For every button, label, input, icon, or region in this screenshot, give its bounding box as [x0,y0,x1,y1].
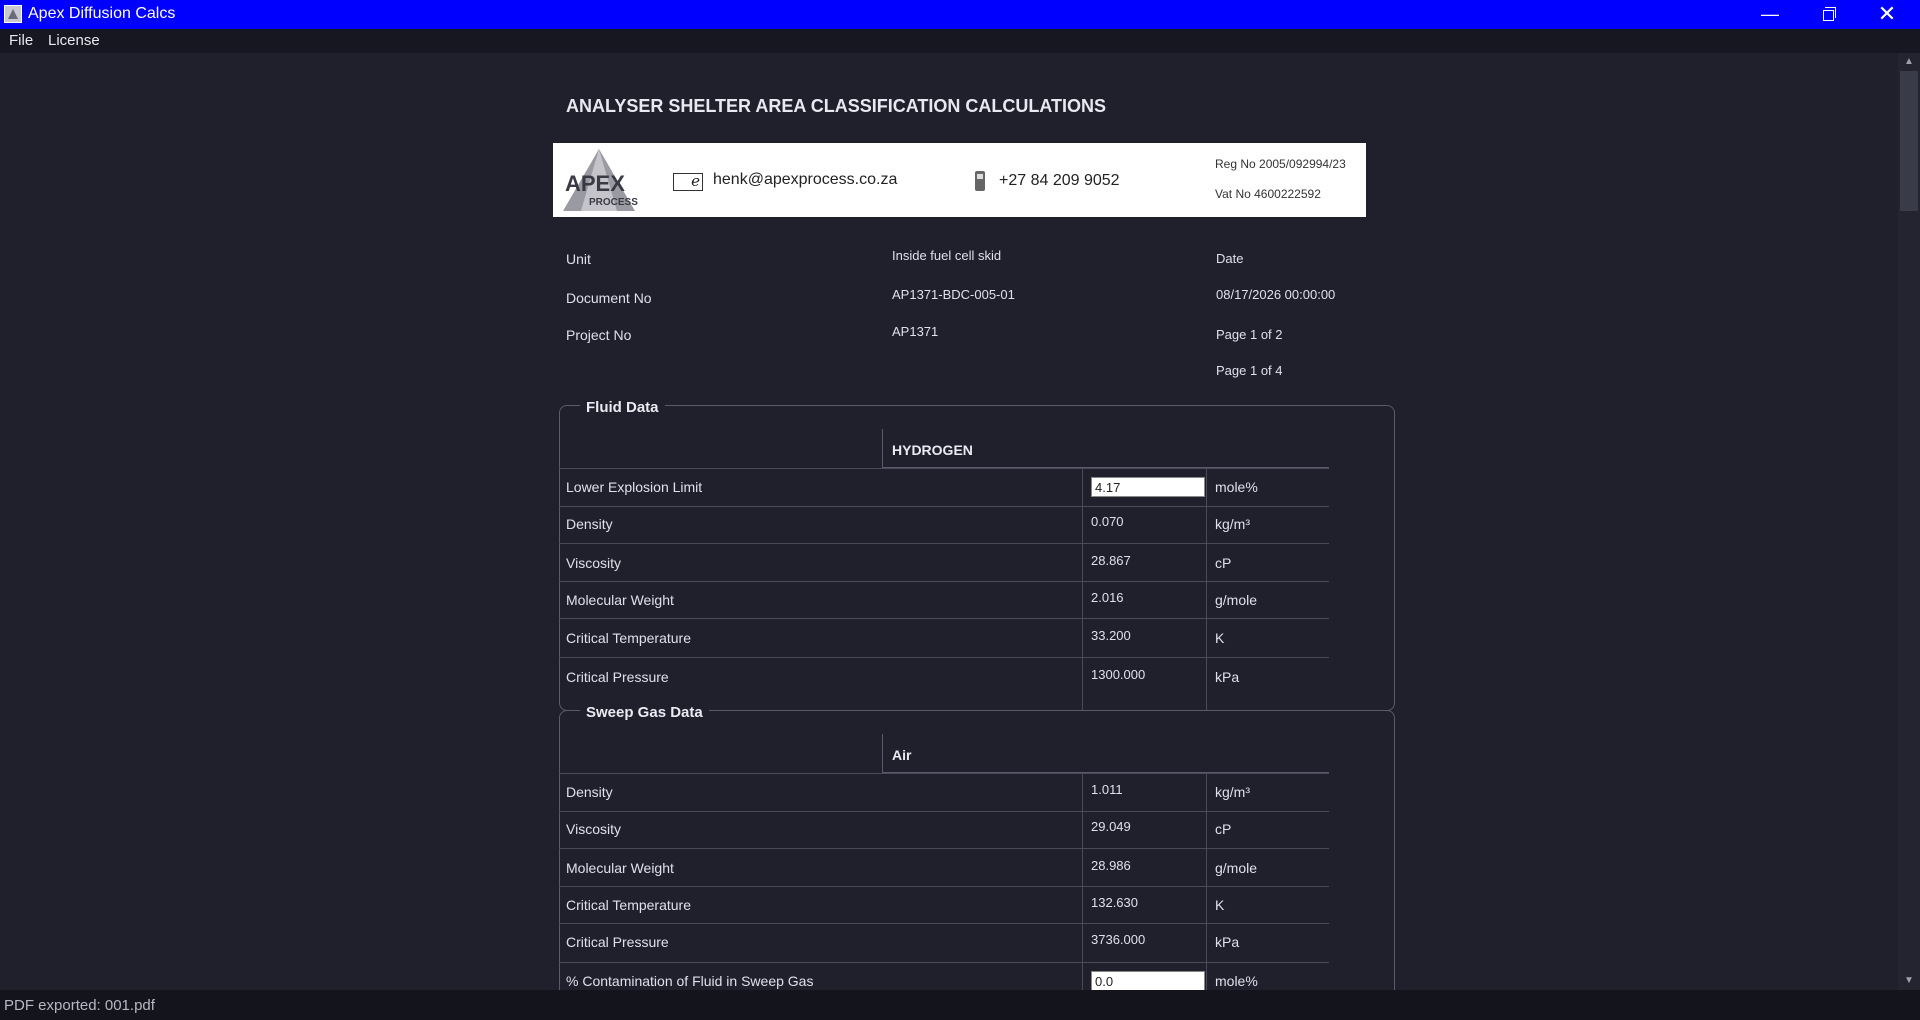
project-no-label: Project No [566,327,632,343]
row-divider [559,468,1329,469]
scroll-thumb[interactable] [1900,71,1918,211]
document-title: ANALYSER SHELTER AREA CLASSIFICATION CAL… [566,96,1107,116]
sweep-row-label: Density [566,784,613,800]
row-divider [559,923,1329,924]
fluid-data-group [559,405,1395,711]
phone-icon [975,171,985,191]
sweep-row-unit: kg/m³ [1215,784,1250,800]
apex-logo: APEX PROCESS [563,149,638,211]
fluid-row-unit: cP [1215,555,1232,571]
row-divider [559,543,1329,544]
logo-text: APEX [565,171,625,196]
close-button[interactable]: ✕ [1858,0,1916,29]
sweep-row-unit: kPa [1215,934,1240,950]
fluid-row-label: Density [566,516,613,532]
menu-file[interactable]: File [9,32,33,49]
row-divider [559,506,1329,507]
value-column-divider [1082,468,1083,710]
project-no-value: AP1371 [892,324,939,339]
contamination-input[interactable] [1091,971,1205,990]
status-bar: PDF exported: 001.pdf [0,990,1920,1020]
phone-number: +27 84 209 9052 [999,172,1120,189]
menu-license[interactable]: License [48,32,100,49]
sweep-row-label: Critical Pressure [566,934,669,950]
row-divider [559,773,1329,774]
sweep-gas-title: Sweep Gas Data [580,704,709,721]
row-divider [559,962,1329,963]
vat-number: Vat No 4600222592 [1215,187,1321,201]
fluid-data-title: Fluid Data [580,399,665,416]
date-label: Date [1216,251,1244,266]
sweep-row-label: Viscosity [566,821,621,837]
row-divider [559,886,1329,887]
email-icon: e [673,173,703,191]
fluid-row-value: 28.867 [1091,553,1131,568]
status-message: PDF exported: 001.pdf [4,997,155,1014]
fluid-row-unit: g/mole [1215,592,1258,608]
restore-icon [1822,7,1836,21]
row-divider [559,581,1329,582]
column-divider [882,734,883,773]
fluid-row-label: Critical Pressure [566,669,669,685]
fluid-row-label: Molecular Weight [566,592,674,608]
fluid-column-header: HYDROGEN [892,442,973,458]
fluid-row-label: Critical Temperature [566,630,692,646]
fluid-row-unit: mole% [1215,479,1258,495]
date-value: 08/17/2026 00:00:00 [1216,287,1336,302]
sweep-row-unit: mole% [1215,973,1258,989]
logo-subtext: PROCESS [589,197,638,208]
sweep-row-label: Molecular Weight [566,860,674,876]
fluid-row-value: 1300.000 [1091,667,1146,682]
unit-column-divider [1206,468,1207,710]
app-icon [4,5,22,23]
document-no-label: Document No [566,290,652,306]
company-header: APEX PROCESS e henk@apexprocess.co.za +2… [553,143,1366,217]
unit-value: Inside fuel cell skid [892,248,1002,263]
unit-label: Unit [566,251,591,267]
window-title: Apex Diffusion Calcs [28,5,176,22]
scroll-down-button[interactable]: ▼ [1898,972,1920,990]
maximize-button[interactable] [1799,0,1857,29]
sweep-row-value: 29.049 [1091,819,1131,834]
sweep-gas-group [559,710,1395,990]
sweep-row-unit: cP [1215,821,1232,837]
fluid-row-unit: K [1215,630,1225,646]
value-column-divider [1082,773,1083,990]
sweep-row-unit: K [1215,897,1225,913]
sweep-row-value: 3736.000 [1091,932,1146,947]
fluid-row-unit: kg/m³ [1215,516,1250,532]
menu-bar: File License [0,29,1920,53]
sweep-row-value: 28.986 [1091,858,1131,873]
fluid-row-value: 33.200 [1091,628,1131,643]
fluid-row-value: 0.070 [1091,514,1124,529]
row-divider [559,811,1329,812]
report-view: ANALYSER SHELTER AREA CLASSIFICATION CAL… [0,53,1898,990]
sweep-row-label: Critical Temperature [566,897,692,913]
column-divider [882,429,883,468]
document-no-value: AP1371-BDC-005-01 [892,287,1015,302]
fluid-row-label: Lower Explosion Limit [566,479,703,495]
sweep-row-unit: g/mole [1215,860,1258,876]
title-bar: Apex Diffusion Calcs — ✕ [0,0,1920,29]
row-divider [559,618,1329,619]
vertical-scrollbar[interactable]: ▲ ▼ [1898,53,1920,990]
fluid-row-value: 2.016 [1091,590,1124,605]
scroll-up-button[interactable]: ▲ [1898,53,1920,71]
fluid-row-unit: kPa [1215,669,1240,685]
row-divider [559,657,1329,658]
sweep-row-label: % Contamination of Fluid in Sweep Gas [566,973,814,989]
sweep-row-value: 1.011 [1091,782,1123,797]
lower-explosion-limit-input[interactable] [1091,477,1205,497]
sweep-column-header: Air [892,747,912,763]
email-address: henk@apexprocess.co.za [713,171,898,188]
unit-column-divider [1206,773,1207,990]
row-divider [559,848,1329,849]
fluid-row-label: Viscosity [566,555,621,571]
sweep-row-value: 132.630 [1091,895,1138,910]
minimize-button[interactable]: — [1741,0,1799,29]
page-count-a: Page 1 of 2 [1216,327,1283,342]
registration-number: Reg No 2005/092994/23 [1215,157,1346,171]
page-count-b: Page 1 of 4 [1216,363,1283,378]
